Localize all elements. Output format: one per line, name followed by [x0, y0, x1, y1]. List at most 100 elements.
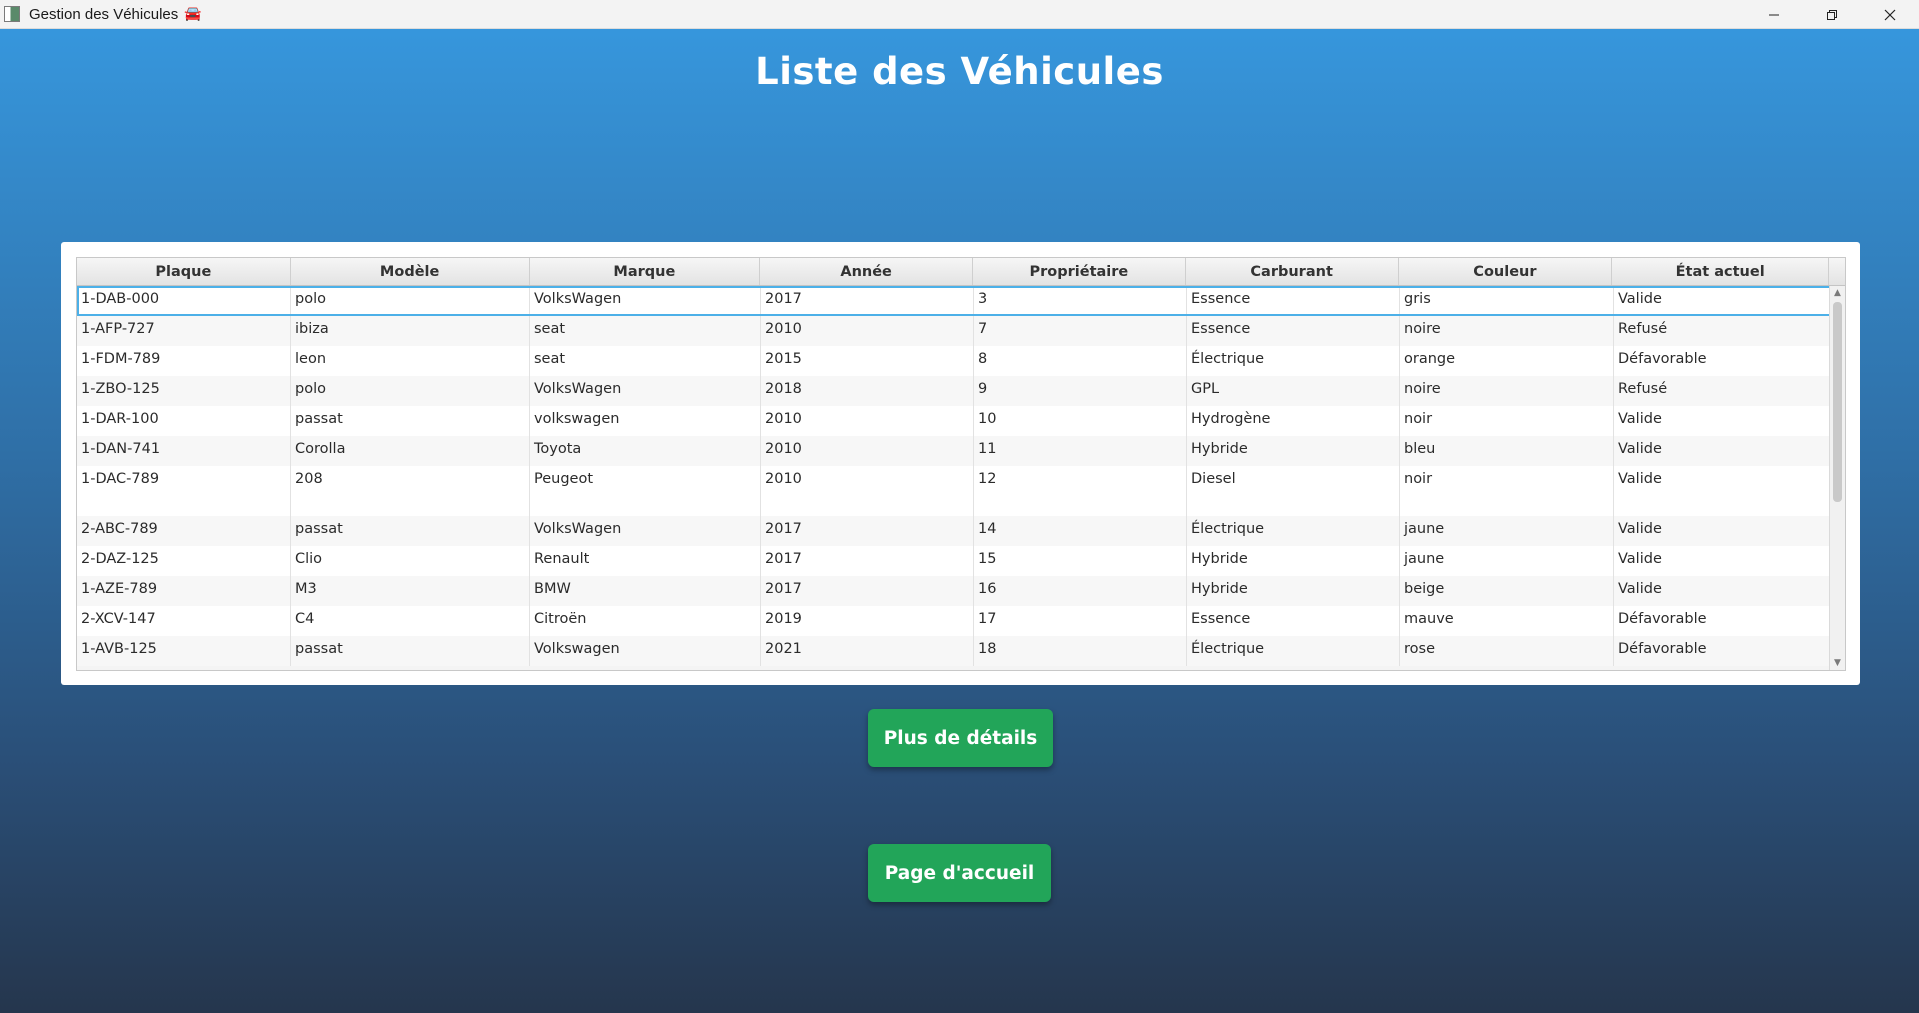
- vehicle-table-card: Plaque Modèle Marque Année Propriétaire …: [61, 242, 1860, 685]
- table-cell: Valide: [1618, 291, 1662, 307]
- table-cell: 1-DAR-100: [77, 406, 291, 436]
- table-row[interactable]: 1-FDM-789 leon seat 2015 8 Électrique orange Dé…: [77, 346, 1845, 376]
- table-cell: Valide: [1618, 441, 1662, 457]
- table-cell: beige: [1400, 576, 1614, 606]
- table-row[interactable]: 2-XCV-147 C4 Citroën 2019 17 Essence mauve Défa…: [77, 606, 1845, 636]
- table-cell: 10: [974, 406, 1187, 436]
- table-row[interactable]: 1-DAN-741 Corolla Toyota 2010 11 Hybride bleu V…: [77, 436, 1845, 466]
- table-cell: Valide: [1618, 581, 1662, 597]
- table-cell: VolksWagen: [530, 286, 761, 316]
- table-cell: Diesel: [1187, 466, 1400, 516]
- column-header-annee[interactable]: Année: [760, 258, 973, 285]
- table-cell: M3: [291, 576, 530, 606]
- scroll-up-icon[interactable]: ▲: [1830, 286, 1845, 300]
- table-cell: 1-AZE-789: [77, 576, 291, 606]
- table-cell: Électrique: [1187, 516, 1400, 546]
- table-cell: passat: [291, 636, 530, 666]
- table-cell: 1-FDM-789: [77, 346, 291, 376]
- column-header-plaque[interactable]: Plaque: [77, 258, 291, 285]
- home-button[interactable]: Page d'accueil: [868, 844, 1051, 902]
- table-cell: seat: [530, 346, 761, 376]
- table-cell: Hybride: [1187, 576, 1400, 606]
- table-cell: Hydrogène: [1187, 406, 1400, 436]
- table-row[interactable]: 1-ZBO-125 polo VolksWagen 2018 9 GPL noire Refu…: [77, 376, 1845, 406]
- table-cell: 1-DAN-741: [77, 436, 291, 466]
- table-row[interactable]: 1-AFP-727 ibiza seat 2010 7 Essence noire Refus…: [77, 316, 1845, 346]
- table-cell: Renault: [530, 546, 761, 576]
- details-button[interactable]: Plus de détails: [868, 709, 1053, 767]
- table-cell: seat: [530, 316, 761, 346]
- table-cell: Refusé: [1618, 381, 1668, 397]
- column-header-marque[interactable]: Marque: [530, 258, 761, 285]
- column-header-modele[interactable]: Modèle: [291, 258, 530, 285]
- table-cell: Volkswagen: [530, 636, 761, 666]
- table-cell: 7: [974, 316, 1187, 346]
- table-cell: 2-ABC-789: [77, 516, 291, 546]
- table-cell: 2015: [761, 346, 974, 376]
- table-cell: Électrique: [1187, 636, 1400, 666]
- close-icon[interactable]: [1861, 0, 1919, 29]
- table-cell: passat: [291, 516, 530, 546]
- table-cell: 2017: [761, 546, 974, 576]
- table-row[interactable]: 1-DAB-000 polo VolksWagen 2017 3 Essence gris V…: [77, 286, 1845, 316]
- vehicle-table[interactable]: Plaque Modèle Marque Année Propriétaire …: [76, 257, 1846, 671]
- column-header-couleur[interactable]: Couleur: [1399, 258, 1613, 285]
- table-cell: 11: [974, 436, 1187, 466]
- table-cell: Défavorable: [1618, 641, 1707, 657]
- window-title: Gestion des Véhicules: [29, 5, 179, 23]
- table-cell: Peugeot: [530, 466, 761, 516]
- table-cell: gris: [1400, 286, 1614, 316]
- table-cell: 15: [974, 546, 1187, 576]
- table-cell: 2018: [761, 376, 974, 406]
- table-cell: 2017: [761, 516, 974, 546]
- table-cell: 14: [974, 516, 1187, 546]
- table-cell: noire: [1400, 316, 1614, 346]
- vertical-scrollbar[interactable]: ▲ ▼: [1829, 286, 1845, 670]
- minimize-icon[interactable]: [1745, 0, 1803, 29]
- table-row[interactable]: 1-AVB-125 passat Volkswagen 2021 18 Électriqu…: [77, 636, 1845, 666]
- scroll-down-icon[interactable]: ▼: [1830, 656, 1845, 670]
- table-row[interactable]: 1-DAR-100 passat volkswagen 2010 10 Hydrogène…: [77, 406, 1845, 436]
- table-cell: 9: [974, 376, 1187, 406]
- table-row[interactable]: 2-ABC-789 passat VolksWagen 2017 14 Électriqu…: [77, 516, 1845, 546]
- table-cell: Clio: [291, 546, 530, 576]
- table-row[interactable]: 1-AZE-789 M3 BMW 2017 16 Hybride beige Valide: [77, 576, 1845, 606]
- column-header-carburant[interactable]: Carburant: [1186, 258, 1399, 285]
- table-cell: 2-XCV-147: [77, 606, 291, 636]
- table-cell: orange: [1400, 346, 1614, 376]
- table-cell: 2017: [761, 576, 974, 606]
- app-icon: [4, 6, 20, 22]
- table-cell: 8: [974, 346, 1187, 376]
- table-cell: Corolla: [291, 436, 530, 466]
- table-row[interactable]: 1-DAC-789 208 Peugeot 2010 12 Diesel noir Valid…: [77, 466, 1845, 516]
- table-cell: BMW: [530, 576, 761, 606]
- column-header-etat[interactable]: État actuel: [1612, 258, 1830, 285]
- table-cell: VolksWagen: [530, 516, 761, 546]
- table-cell: polo: [291, 286, 530, 316]
- table-cell: GPL: [1187, 376, 1400, 406]
- table-cell: Valide: [1618, 521, 1662, 537]
- table-cell: 17: [974, 606, 1187, 636]
- window-controls: [1745, 0, 1919, 29]
- table-cell: passat: [291, 406, 530, 436]
- table-row[interactable]: 2-DAZ-125 Clio Renault 2017 15 Hybride jaune Va…: [77, 546, 1845, 576]
- restore-icon[interactable]: [1803, 0, 1861, 29]
- table-cell: Valide: [1618, 411, 1662, 427]
- table-cell: 16: [974, 576, 1187, 606]
- window-title-bar: Gestion des Véhicules 🚘: [0, 0, 1919, 29]
- table-cell: Refusé: [1618, 321, 1668, 337]
- table-cell: noire: [1400, 376, 1614, 406]
- page-title: Liste des Véhicules: [755, 50, 1164, 93]
- table-cell: Défavorable: [1618, 611, 1707, 627]
- table-cell: 3: [974, 286, 1187, 316]
- table-cell: Essence: [1187, 286, 1400, 316]
- column-header-proprietaire[interactable]: Propriétaire: [973, 258, 1186, 285]
- scroll-thumb[interactable]: [1833, 302, 1842, 502]
- table-cell: 2017: [761, 286, 974, 316]
- table-cell: 2-DAZ-125: [77, 546, 291, 576]
- table-cell: 12: [974, 466, 1187, 516]
- table-cell: Essence: [1187, 316, 1400, 346]
- table-cell: leon: [291, 346, 530, 376]
- table-cell: Défavorable: [1618, 351, 1707, 367]
- table-cell: 1-AFP-727: [77, 316, 291, 346]
